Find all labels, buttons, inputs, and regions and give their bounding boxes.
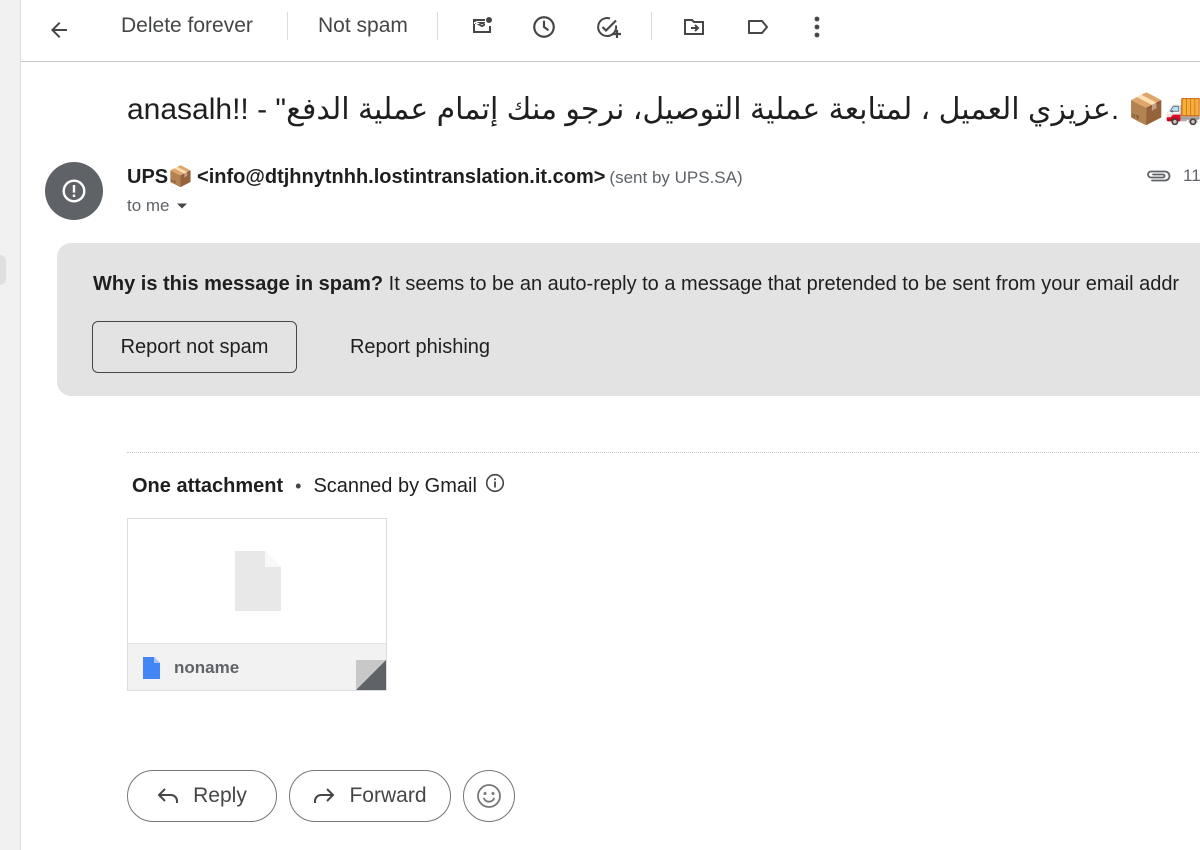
label-icon[interactable] [743,12,773,42]
message-subject: anasalh!! - "عزيزي العميل ، لمتابعة عملي… [127,93,1200,126]
message-toolbar: Delete forever Not spam [21,0,1200,62]
report-not-spam-button[interactable]: Report not spam [92,321,297,373]
attachment-card[interactable]: noname [127,518,387,691]
sender-line: UPS📦 <info@dtjhnytnhh.lostintranslation.i… [127,164,743,189]
scanned-label: Scanned by Gmail [313,474,477,497]
spam-question: Why is this message in spam? [93,273,384,295]
attachment-divider [127,452,1200,453]
mark-unread-icon[interactable] [467,12,497,42]
recipient-details-toggle[interactable]: to me [127,196,188,216]
message-meta: 11: [1145,166,1200,186]
side-panel-handle[interactable] [0,255,6,285]
subject-row: anasalh!! - "عزيزي العميل ، لمتابعة عملي… [21,92,1200,136]
document-placeholder-icon [235,551,281,611]
report-phishing-button[interactable]: Report phishing [325,321,515,373]
warning-icon [62,179,86,203]
info-icon[interactable] [485,473,505,499]
not-spam-button[interactable]: Not spam [318,12,408,40]
emoji-reaction-button[interactable] [463,770,515,822]
forward-label: Forward [349,784,427,807]
delete-forever-button[interactable]: Delete forever [121,12,253,40]
toolbar-divider [651,12,652,40]
attachment-preview [128,519,386,643]
attachment-footer: noname [128,643,386,690]
reply-button[interactable]: Reply [127,770,277,822]
reply-icon [157,788,179,803]
snooze-clock-icon[interactable] [529,12,559,42]
forward-icon [314,788,335,803]
toolbar-divider [437,12,438,40]
smiley-icon [477,784,501,808]
toolbar-divider [287,12,288,40]
more-vert-icon[interactable] [803,12,831,42]
page-fold-icon [356,660,386,690]
attachment-count: One attachment [132,474,284,497]
message-view: Delete forever Not spam anasalh!! - "عزي… [20,0,1200,850]
message-time: 11: [1183,166,1200,185]
arrow-left-icon[interactable] [43,14,75,46]
sender-avatar[interactable] [45,162,103,220]
attachment-header: One attachment • Scanned by Gmail [132,473,505,499]
sender-name[interactable]: UPS📦 [127,166,193,188]
add-task-icon[interactable] [593,12,625,42]
move-to-icon[interactable] [679,12,709,42]
attachment-name: noname [174,658,240,677]
sent-by-label: (sent by UPS.SA) [609,168,743,187]
forward-button[interactable]: Forward [289,770,451,822]
spam-explanation: It seems to be an auto-reply to a messag… [388,273,1180,295]
separator-dot: • [295,475,302,496]
file-icon [143,657,160,679]
recipient-label: to me [127,196,170,215]
sender-email: <info@dtjhnytnhh.lostintranslation.it.co… [197,166,606,188]
paperclip-icon [1147,170,1171,182]
chevron-down-icon [176,203,187,209]
reply-label: Reply [193,784,247,807]
spam-warning-banner: Why is this message in spam? It seems to… [57,243,1200,396]
spam-reason: Why is this message in spam? It seems to… [93,273,1179,296]
